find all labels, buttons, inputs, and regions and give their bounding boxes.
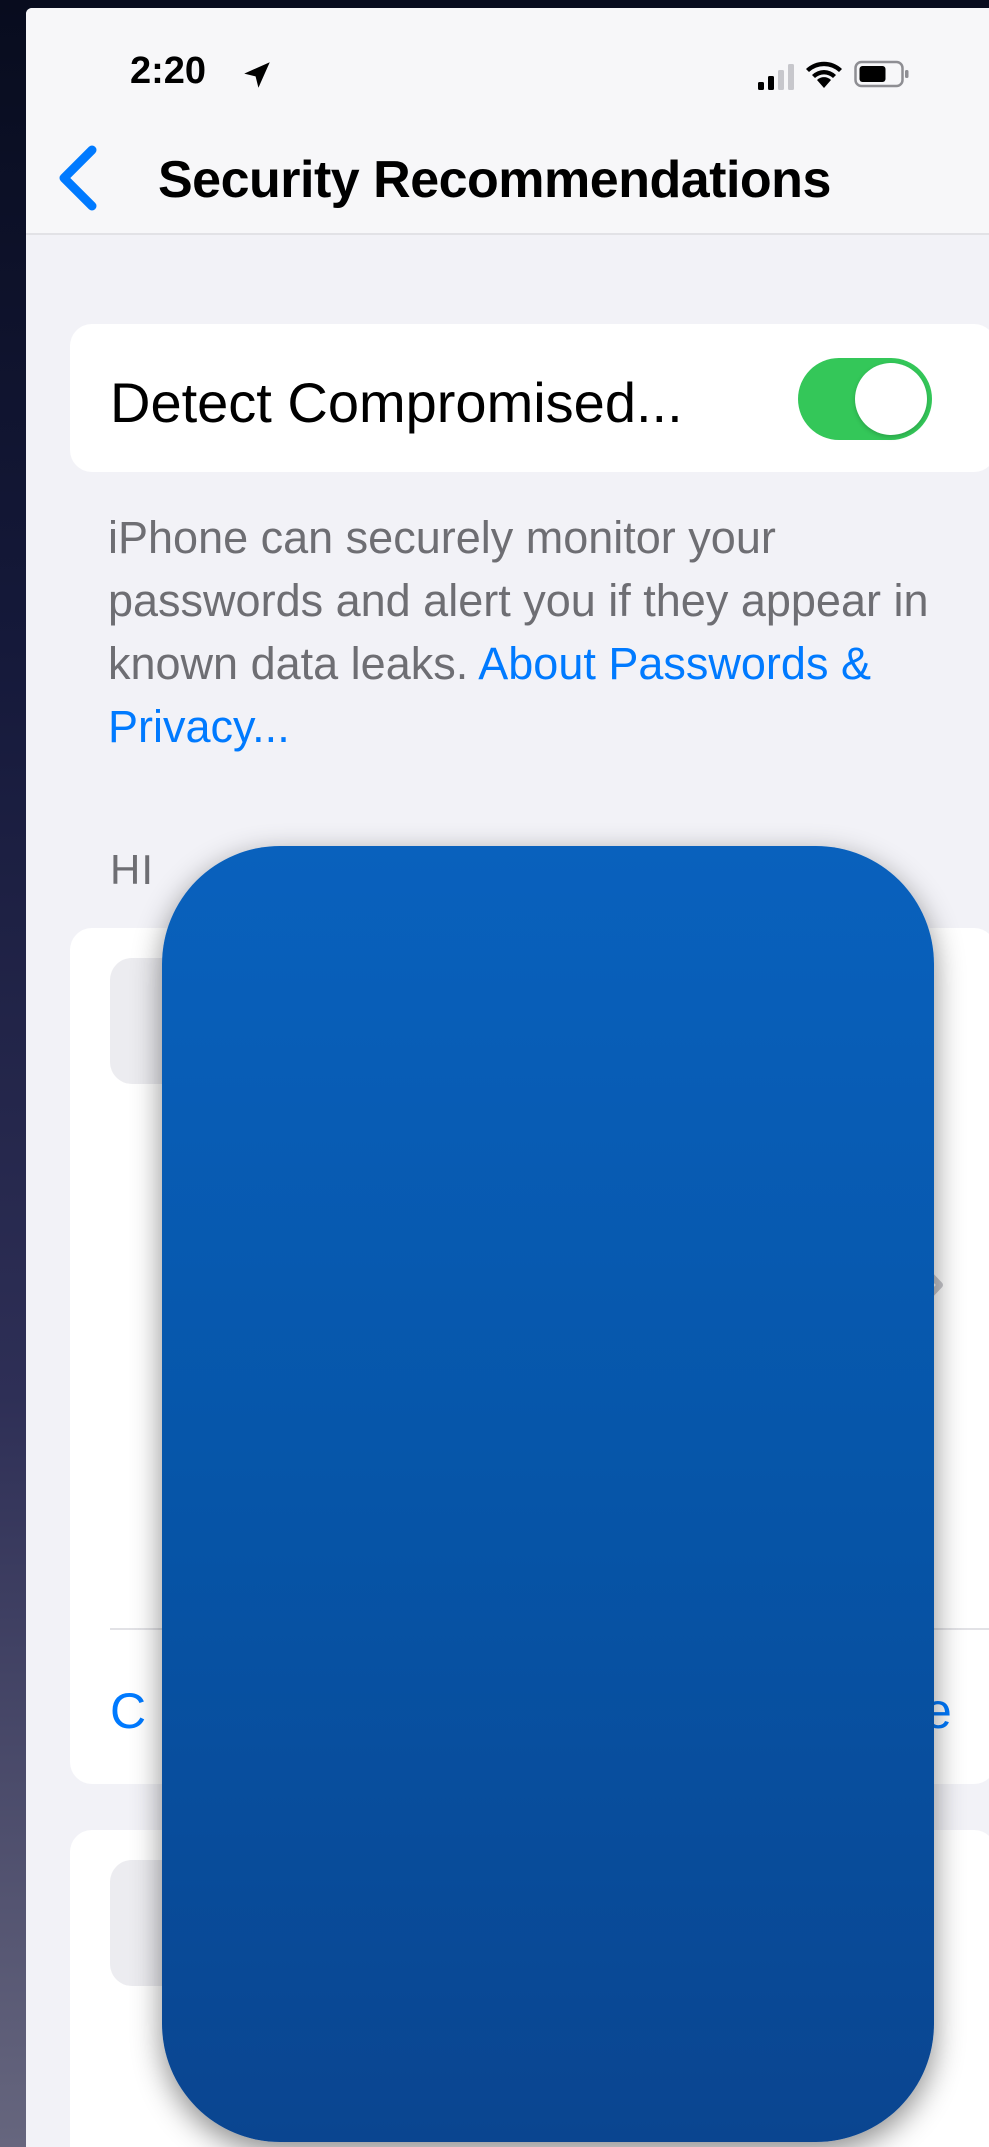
detect-compromised-footer: iPhone can securely monitor your passwor…: [108, 506, 948, 758]
battery-icon: [854, 60, 909, 88]
wifi-icon: [806, 61, 842, 88]
detect-compromised-label: Detect Compromised...: [110, 371, 683, 434]
detect-compromised-toggle[interactable]: [798, 358, 932, 440]
toggle-knob: [855, 363, 927, 435]
status-time: 2:20: [130, 50, 207, 92]
nav-divider: [26, 233, 989, 235]
back-button[interactable]: [48, 140, 108, 216]
cellular-signal-icon: [758, 64, 794, 90]
section-header: HI: [110, 846, 154, 893]
page-title: Security Recommendations: [158, 151, 831, 209]
location-arrow-icon: [244, 62, 270, 88]
phone-screen: 2:20 Security Recommendations Detect Com…: [26, 8, 989, 2147]
chevron-left-icon: [59, 145, 97, 211]
redaction-overlay: [162, 846, 934, 2142]
recommendation-action-left[interactable]: C: [110, 1682, 146, 1740]
